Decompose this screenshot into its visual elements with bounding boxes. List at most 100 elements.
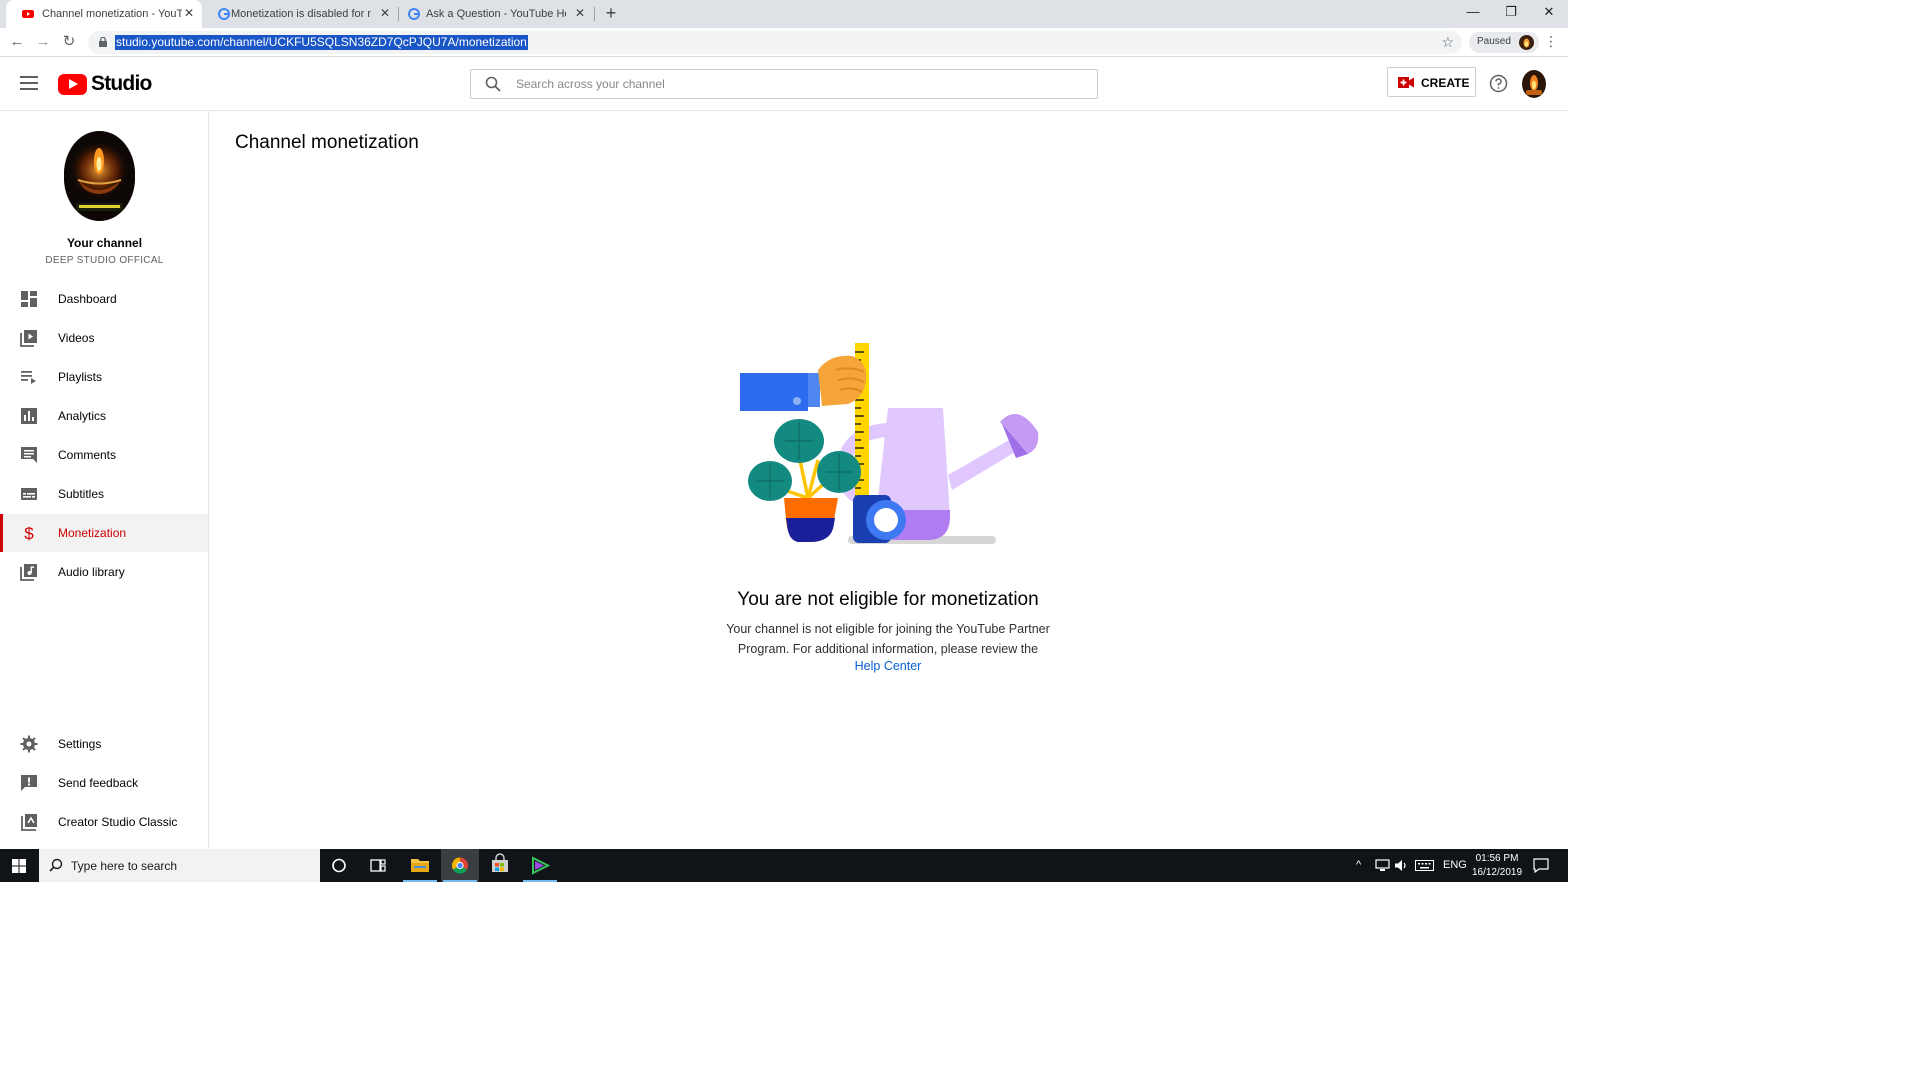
help-icon[interactable]: [1489, 74, 1508, 93]
profile-status: Paused: [1477, 36, 1511, 47]
help-center-link[interactable]: Help Center: [790, 659, 986, 673]
lock-icon: [99, 37, 107, 47]
tab-ask-question[interactable]: Ask a Question - YouTube Help ✕: [398, 0, 594, 28]
sidebar-item-label: Subtitles: [58, 487, 105, 501]
menu-icon[interactable]: [20, 76, 38, 90]
taskbar-search[interactable]: Type here to search: [39, 849, 320, 882]
sidebar-item-send-feedback[interactable]: Send feedback: [0, 764, 208, 802]
sidebar-item-label: Settings: [58, 737, 102, 751]
browser-toolbar: ← → ↻ studio.youtube.com/channel/UCKFU5S…: [0, 28, 1568, 57]
tab-title: Channel monetization - YouTube: [42, 8, 182, 20]
close-icon[interactable]: ✕: [573, 6, 587, 20]
cortana-icon: [332, 858, 346, 873]
channel-search[interactable]: [470, 69, 1098, 99]
url-text[interactable]: studio.youtube.com/channel/UCKFU5SQLSN36…: [115, 35, 528, 50]
sidebar-item-settings[interactable]: Settings: [0, 725, 208, 763]
windows-start-icon[interactable]: [12, 859, 26, 873]
media-player-icon: [532, 856, 551, 875]
task-view-button[interactable]: [359, 849, 397, 882]
sidebar-item-playlists[interactable]: Playlists: [0, 358, 208, 396]
channel-avatar[interactable]: [64, 131, 135, 221]
taskbar-search-placeholder: Type here to search: [71, 859, 178, 873]
chevron-up-icon[interactable]: ^: [1356, 859, 1361, 871]
studio-header: Studio CREATE: [0, 57, 1568, 111]
profile-avatar: [1519, 35, 1534, 50]
keyboard-icon[interactable]: [1415, 860, 1434, 871]
not-eligible-illustration: [740, 343, 1039, 544]
feedback-icon: [21, 775, 37, 791]
google-icon: [218, 8, 230, 20]
google-icon: [408, 8, 420, 20]
window-close-button[interactable]: ✕: [1539, 4, 1559, 20]
clock-time: 01:56 PM: [1475, 853, 1519, 864]
cortana-button[interactable]: [320, 849, 358, 882]
dollar-icon: $: [24, 524, 34, 542]
new-tab-button[interactable]: +: [602, 4, 620, 22]
svg-text:$: $: [24, 524, 34, 542]
address-bar[interactable]: studio.youtube.com/channel/UCKFU5SQLSN36…: [88, 31, 1462, 54]
search-input[interactable]: [516, 75, 1076, 93]
create-label: CREATE: [1421, 76, 1470, 90]
comments-icon: [21, 447, 37, 463]
tab-monetization-disabled[interactable]: Monetization is disabled for my c ✕: [202, 0, 398, 28]
restore-button[interactable]: ❐: [1501, 4, 1521, 20]
close-icon[interactable]: ✕: [378, 6, 392, 20]
browser-tab-strip: Channel monetization - YouTube ✕ Monetiz…: [0, 0, 1568, 28]
tab-channel-monetization[interactable]: Channel monetization - YouTube ✕: [6, 0, 202, 28]
sidebar-item-dashboard[interactable]: Dashboard: [0, 280, 208, 318]
youtube-icon: [22, 10, 34, 18]
audio-library-icon: [20, 564, 37, 581]
account-avatar[interactable]: [1522, 70, 1546, 98]
video-camera-icon: [1398, 77, 1414, 88]
gear-icon: [20, 735, 38, 753]
studio-logo[interactable]: Studio: [58, 72, 152, 96]
sidebar-item-label: Dashboard: [58, 292, 117, 306]
tab-title: Monetization is disabled for my c: [231, 8, 371, 20]
sidebar-item-monetization[interactable]: $ Monetization: [0, 514, 208, 552]
close-icon[interactable]: ✕: [182, 6, 196, 20]
system-clock[interactable]: 01:56 PM 16/12/2019: [1466, 852, 1528, 880]
playlists-icon: [21, 371, 36, 384]
sidebar-item-analytics[interactable]: Analytics: [0, 397, 208, 435]
taskbar-store[interactable]: [481, 849, 519, 882]
videos-icon: [20, 330, 37, 347]
sidebar-item-label: Audio library: [58, 565, 125, 579]
network-icon[interactable]: [1375, 859, 1390, 872]
tab-title: Ask a Question - YouTube Help: [426, 8, 566, 20]
sidebar: Your channel DEEP STUDIO OFFICAL Dashboa…: [0, 111, 209, 849]
sidebar-item-creator-studio-classic[interactable]: Creator Studio Classic: [0, 803, 208, 841]
reload-button[interactable]: ↻: [60, 33, 78, 51]
taskbar-file-explorer[interactable]: [401, 849, 439, 882]
language-indicator[interactable]: ENG: [1443, 859, 1467, 871]
forward-button[interactable]: →: [34, 33, 52, 51]
taskbar-media-app[interactable]: [521, 849, 559, 882]
sidebar-item-videos[interactable]: Videos: [0, 319, 208, 357]
page-title: Channel monetization: [235, 132, 419, 153]
analytics-icon: [21, 408, 37, 424]
back-button[interactable]: ←: [8, 33, 26, 51]
not-eligible-heading: You are not eligible for monetization: [737, 589, 1039, 610]
bookmark-star-icon[interactable]: ☆: [1441, 34, 1454, 51]
minimize-button[interactable]: —: [1463, 4, 1483, 19]
sidebar-item-comments[interactable]: Comments: [0, 436, 208, 474]
volume-icon[interactable]: [1394, 859, 1408, 872]
channel-name: DEEP STUDIO OFFICAL: [45, 255, 164, 266]
folder-icon: [411, 859, 429, 872]
tab-separator: [594, 7, 595, 21]
chrome-menu-icon[interactable]: ⋮: [1544, 33, 1558, 50]
dashboard-icon: [21, 291, 37, 307]
sidebar-item-label: Analytics: [58, 409, 107, 423]
sidebar-item-label: Creator Studio Classic: [58, 815, 178, 829]
notifications-icon[interactable]: [1533, 858, 1549, 873]
subtitles-icon: [21, 488, 37, 500]
taskbar-chrome[interactable]: [441, 849, 479, 882]
sidebar-item-subtitles[interactable]: Subtitles: [0, 475, 208, 513]
search-icon: [49, 858, 63, 872]
create-button[interactable]: CREATE: [1387, 67, 1476, 97]
sidebar-item-audio-library[interactable]: Audio library: [0, 553, 208, 591]
search-icon: [485, 76, 501, 92]
sidebar-item-label: Send feedback: [58, 776, 139, 790]
store-icon: [492, 853, 508, 872]
profile-paused-button[interactable]: Paused: [1469, 32, 1539, 53]
sidebar-item-label: Monetization: [58, 526, 127, 540]
